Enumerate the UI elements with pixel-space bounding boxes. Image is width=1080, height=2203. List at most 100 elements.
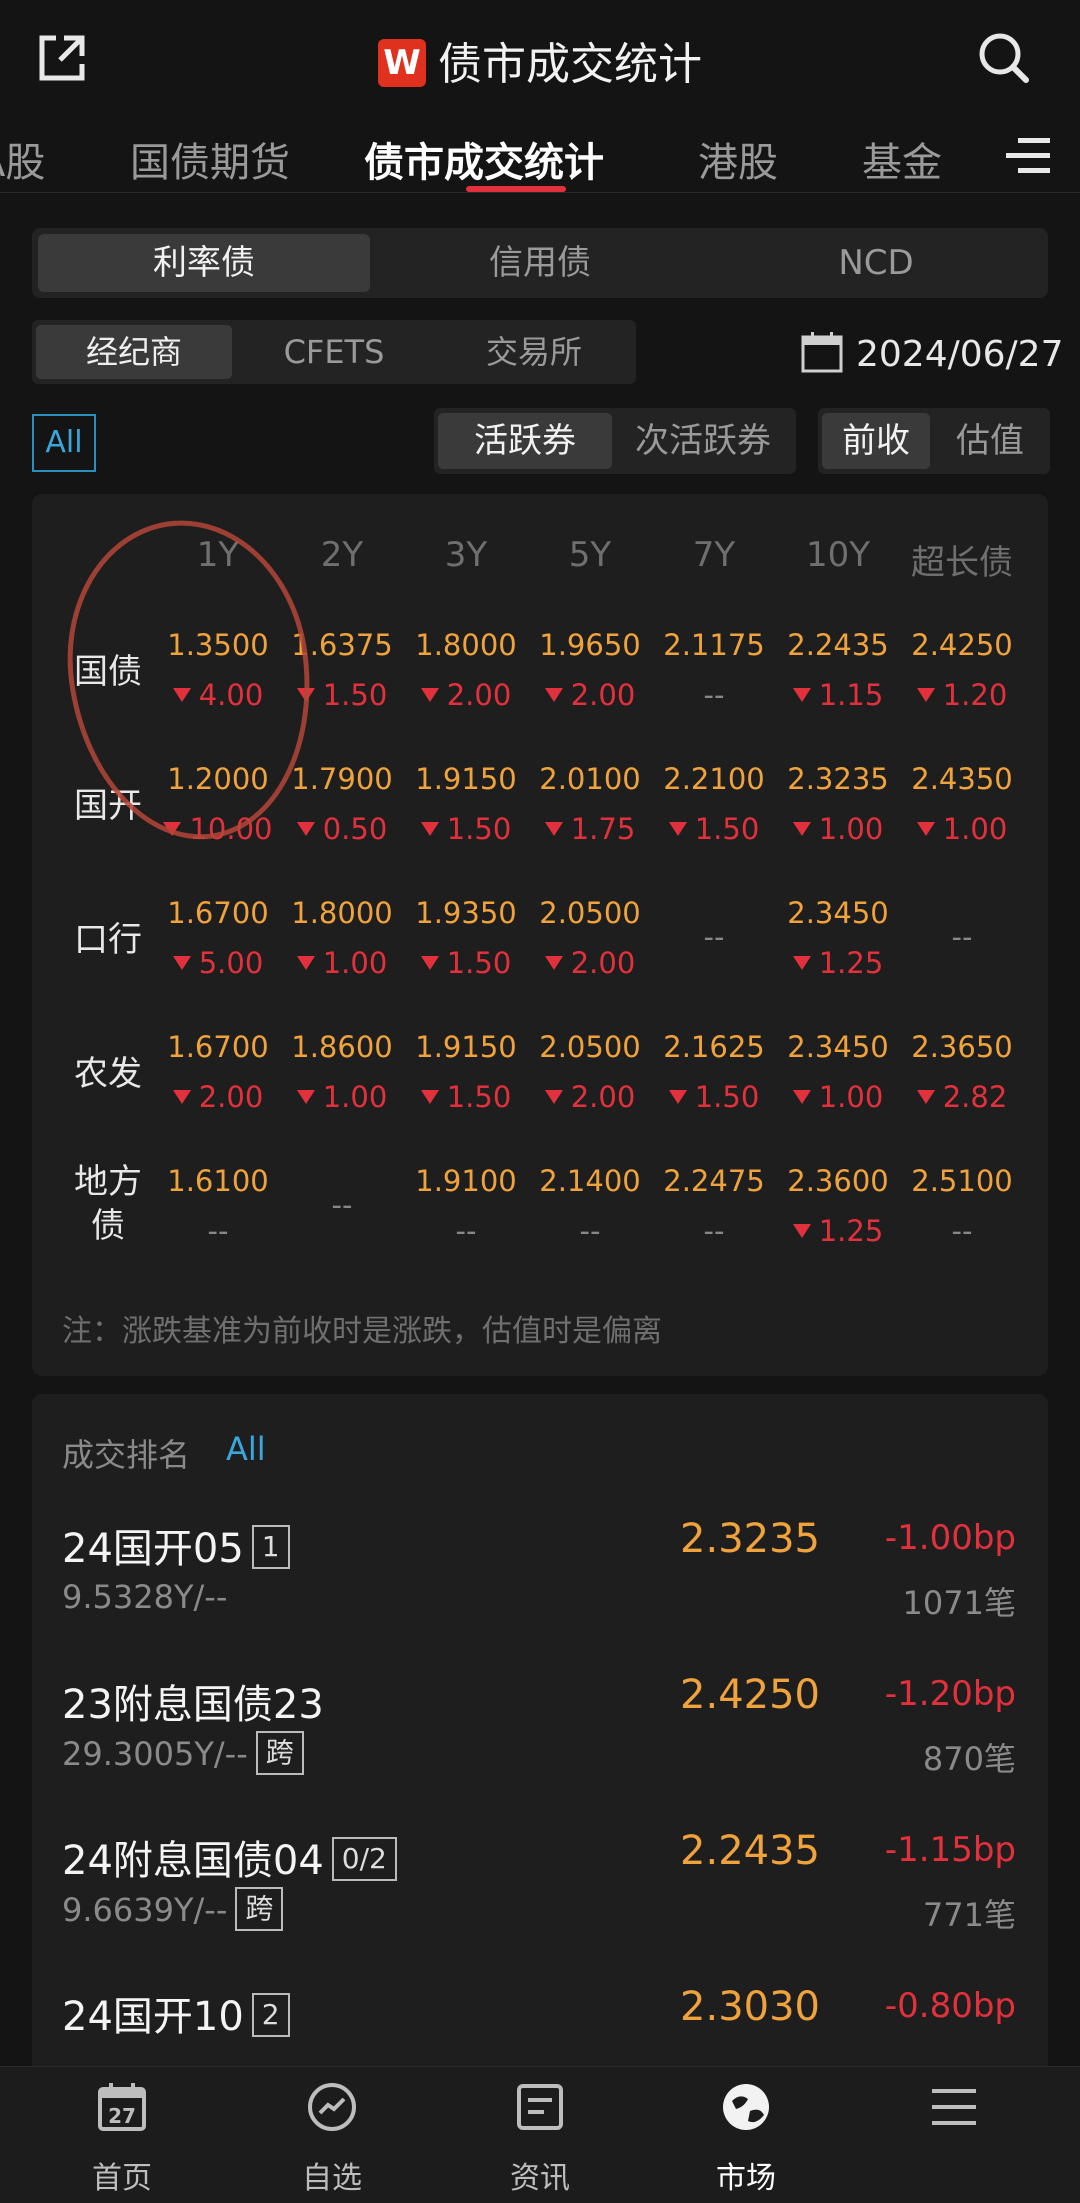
down-triangle-icon [792, 1090, 811, 1104]
down-triangle-icon [668, 822, 687, 836]
nav-news[interactable]: 资讯 [470, 2067, 610, 2203]
grid-col-header: 超长债 [911, 543, 1013, 583]
tab-treasury-futures[interactable]: 国债期货 [130, 130, 290, 188]
nav-home[interactable]: 27 首页 [52, 2067, 192, 2203]
grid-cell-yield[interactable]: 1.2000 [158, 762, 278, 796]
grid-cell-yield[interactable]: 1.3500 [158, 628, 278, 662]
grid-cell-yield[interactable]: 1.6375 [282, 628, 402, 662]
grid-cell-change: 1.00 [778, 1080, 898, 1114]
source-selector: 经纪商 CFETS 交易所 [32, 320, 636, 384]
wind-logo-icon: W [378, 39, 426, 87]
grid-cell-change: -- [579, 1214, 601, 1248]
tabs-menu-icon[interactable] [1004, 134, 1052, 178]
ranking-change: -1.00bp [884, 1518, 1016, 1558]
grid-cell-change: -- [703, 678, 725, 712]
filter-all-button[interactable]: All [32, 414, 96, 472]
grid-cell-yield[interactable]: 1.6100 [158, 1164, 278, 1198]
grid-cell-yield[interactable]: 2.4250 [902, 628, 1022, 662]
ranking-bond-name[interactable]: 24附息国债04 0/2 [62, 1828, 397, 1886]
grid-cell-yield[interactable]: 2.0100 [530, 762, 650, 796]
grid-cell-yield[interactable]: 2.2435 [778, 628, 898, 662]
nav-market[interactable]: 市场 [676, 2067, 816, 2203]
grid-cell-change: 1.25 [778, 946, 898, 980]
search-icon[interactable] [976, 30, 1036, 90]
down-triangle-icon [172, 956, 191, 970]
basis-valuation[interactable]: 估值 [934, 413, 1046, 469]
grid-cell-change: 1.50 [654, 1080, 774, 1114]
grid-cell-yield[interactable]: 1.9650 [530, 628, 650, 662]
page-title: W 债市成交统计 [0, 28, 1080, 92]
grid-cell-yield[interactable]: 2.3600 [778, 1164, 898, 1198]
bond-type-ncd[interactable]: NCD [710, 234, 1042, 292]
grid-cell-yield[interactable]: 1.8000 [282, 896, 402, 930]
down-triangle-icon [916, 688, 935, 702]
grid-col-header: 10Y [805, 535, 871, 575]
basis-prev-close[interactable]: 前收 [822, 413, 930, 469]
bond-type-credit[interactable]: 信用债 [374, 234, 706, 292]
grid-cell-yield[interactable]: 2.1400 [530, 1164, 650, 1198]
grid-cell-yield[interactable]: 2.3450 [778, 1030, 898, 1064]
ranking-tag: 0/2 [331, 1837, 397, 1881]
grid-cell-yield[interactable]: 1.6700 [158, 1030, 278, 1064]
grid-cell-yield[interactable]: 2.3235 [778, 762, 898, 796]
grid-cell-yield[interactable]: 1.9150 [406, 1030, 526, 1064]
grid-cell-change: 1.00 [282, 1080, 402, 1114]
grid-cell-change: 0.50 [282, 812, 402, 846]
date-picker[interactable]: 2024/06/27 [800, 330, 1064, 380]
ranking-yield: 2.4250 [680, 1672, 820, 1718]
grid-cell-yield[interactable]: 1.8600 [282, 1030, 402, 1064]
grid-cell-yield[interactable]: 1.9100 [406, 1164, 526, 1198]
grid-cell-yield[interactable]: 1.9150 [406, 762, 526, 796]
down-triangle-icon [296, 1090, 315, 1104]
grid-cell-yield[interactable]: 2.2100 [654, 762, 774, 796]
grid-row-label: 农发 [74, 1054, 142, 1094]
grid-col-header: 7Y [692, 535, 736, 575]
grid-cell-yield[interactable]: 2.1625 [654, 1030, 774, 1064]
ranking-bond-name[interactable]: 24国开10 2 [62, 1984, 290, 2042]
grid-cell-yield[interactable]: 2.2475 [654, 1164, 774, 1198]
grid-cell-yield[interactable]: 2.3450 [778, 896, 898, 930]
down-triangle-icon [916, 1090, 935, 1104]
grid-cell-empty: -- [951, 920, 973, 954]
grid-cell-change: -- [703, 1214, 725, 1248]
grid-cell-yield[interactable]: 2.0500 [530, 1030, 650, 1064]
grid-cell-yield[interactable]: 2.3650 [902, 1030, 1022, 1064]
grid-cell-yield[interactable]: 2.1175 [654, 628, 774, 662]
down-triangle-icon [792, 688, 811, 702]
grid-cell-change: 1.20 [902, 678, 1022, 712]
grid-cell-yield[interactable]: 1.7900 [282, 762, 402, 796]
ranking-bond-name[interactable]: 23附息国债23 [62, 1672, 324, 1730]
tab-bond-trading-stats[interactable]: 债市成交统计 [364, 130, 604, 188]
grid-note: 注：涨跌基准为前收时是涨跌，估值时是偏离 [62, 1314, 662, 1349]
tab-funds[interactable]: 基金 [862, 130, 942, 188]
source-exchange[interactable]: 交易所 [436, 325, 632, 379]
grid-cell-yield[interactable]: 2.5100 [902, 1164, 1022, 1198]
cross-market-tag: 跨 [255, 1731, 304, 1775]
grid-cell-yield[interactable]: 1.6700 [158, 896, 278, 930]
grid-cell-change: 1.00 [282, 946, 402, 980]
nav-more[interactable] [884, 2067, 1024, 2203]
grid-cell-yield[interactable]: 1.9350 [406, 896, 526, 930]
grid-cell-change: 2.00 [406, 678, 526, 712]
source-broker[interactable]: 经纪商 [36, 325, 232, 379]
tab-hk-stocks[interactable]: 港股 [698, 130, 778, 188]
menu-icon [928, 2081, 980, 2133]
grid-cell-change: 5.00 [158, 946, 278, 980]
tab-a-shares[interactable]: A股 [0, 130, 45, 188]
down-triangle-icon [420, 822, 439, 836]
down-triangle-icon [172, 1090, 191, 1104]
activity-second-active[interactable]: 次活跃券 [614, 413, 792, 469]
calendar-icon [801, 332, 843, 373]
grid-cell-yield[interactable]: 2.4350 [902, 762, 1022, 796]
nav-watchlist[interactable]: 自选 [262, 2067, 402, 2203]
grid-cell-yield[interactable]: 2.0500 [530, 896, 650, 930]
activity-active[interactable]: 活跃券 [438, 413, 612, 469]
grid-col-header: 2Y [320, 535, 364, 575]
grid-row-label: 口行 [74, 920, 142, 960]
grid-cell-yield[interactable]: 1.8000 [406, 628, 526, 662]
ranking-all-filter[interactable]: All [226, 1430, 266, 1468]
down-triangle-icon [296, 822, 315, 836]
source-cfets[interactable]: CFETS [236, 325, 432, 379]
ranking-bond-name[interactable]: 24国开05 1 [62, 1516, 290, 1574]
bond-type-rate[interactable]: 利率债 [38, 234, 370, 292]
